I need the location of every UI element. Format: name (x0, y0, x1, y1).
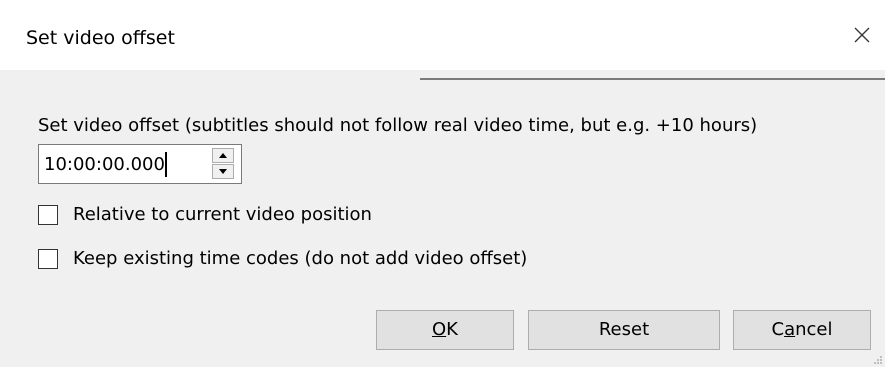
cancel-button[interactable]: Cancel (733, 310, 871, 350)
cancel-mnemonic: a (784, 319, 796, 340)
resize-grip[interactable] (874, 356, 882, 364)
cancel-suffix: ncel (795, 319, 833, 340)
reset-button[interactable]: Reset (528, 310, 720, 350)
window-title: Set video offset (26, 27, 175, 49)
text-caret (165, 152, 167, 177)
set-video-offset-dialog: Set video offset Set video offset (subti… (0, 0, 885, 367)
triangle-down-icon (219, 169, 227, 174)
dialog-body: Set video offset (subtitles should not f… (0, 70, 885, 367)
close-button[interactable] (839, 14, 885, 54)
ok-button[interactable]: OK (376, 310, 514, 350)
relative-to-position-label[interactable]: Relative to current video position (73, 203, 372, 227)
ok-mnemonic: O (432, 319, 447, 340)
cancel-prefix: C (771, 319, 785, 340)
video-offset-timecode-input[interactable]: 10:00:00.000 (38, 144, 242, 184)
relative-to-position-checkbox[interactable] (38, 205, 58, 225)
timecode-value[interactable]: 10:00:00.000 (44, 154, 165, 176)
divider-line (420, 78, 885, 80)
spin-up-button[interactable] (212, 148, 234, 163)
keep-time-codes-checkbox[interactable] (38, 249, 58, 269)
title-bar: Set video offset (0, 0, 885, 70)
spin-down-button[interactable] (212, 164, 234, 179)
triangle-up-icon (219, 153, 227, 158)
ok-suffix: K (446, 319, 458, 340)
offset-description-label: Set video offset (subtitles should not f… (38, 115, 758, 136)
spin-buttons (212, 148, 236, 180)
close-icon (854, 27, 870, 43)
keep-time-codes-label[interactable]: Keep existing time codes (do not add vid… (73, 247, 527, 271)
